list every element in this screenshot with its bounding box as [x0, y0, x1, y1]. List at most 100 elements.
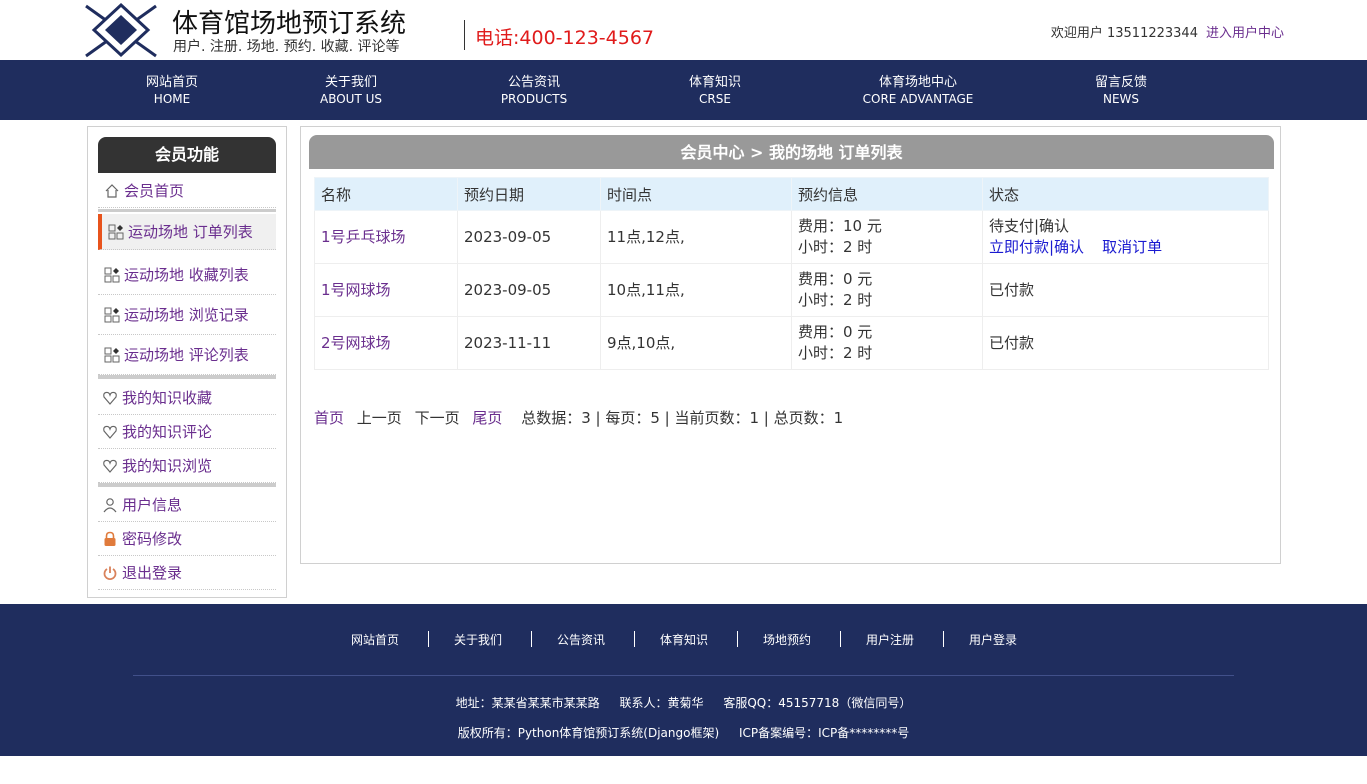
home-icon: [105, 184, 119, 198]
footer-address: 地址：某某省某某市某某路: [455, 696, 600, 710]
footer-link-login[interactable]: 用户登录: [969, 631, 1017, 648]
sidebar-item-venue-orders[interactable]: 运动场地 订单列表: [98, 214, 276, 250]
sidebar-item-member-home[interactable]: 会员首页: [98, 174, 276, 208]
sidebar-item-password[interactable]: 密码修改: [98, 522, 276, 556]
footer-link-news[interactable]: 公告资讯: [557, 631, 605, 648]
nav-item-label: 体育场地中心: [878, 75, 958, 90]
sidebar-item-label: 我的知识收藏: [122, 389, 213, 407]
nav-item-feedback[interactable]: 留言反馈 NEWS: [1095, 74, 1147, 108]
sidebar-item-label: 我的知识浏览: [122, 457, 213, 475]
orders-table: 名称 预约日期 时间点 预约信息 状态 1号乒乓球场 2023-09-05 11…: [314, 177, 1269, 370]
footer-link-home[interactable]: 网站首页: [351, 631, 399, 648]
footer-divider: [737, 631, 738, 647]
venue-name-link[interactable]: 1号乒乓球场: [314, 210, 458, 264]
footer-link-register[interactable]: 用户注册: [866, 631, 914, 648]
status-text: 已付款: [982, 316, 1269, 370]
sidebar-item-label: 运动场地 评论列表: [124, 346, 249, 364]
nav-item-en: CRSE: [699, 92, 731, 106]
nav-item-en: NEWS: [1102, 92, 1140, 106]
heart-icon: [103, 391, 117, 405]
site-subtitle: 用户. 注册. 场地. 预约. 收藏. 评论等: [173, 39, 400, 55]
nav-item-about[interactable]: 关于我们 ABOUT US: [320, 74, 382, 108]
grid-icon: [104, 347, 120, 363]
column-header: 时间点: [600, 177, 792, 211]
nav-item-knowledge[interactable]: 体育知识 CRSE: [689, 74, 741, 108]
table-row: 2号网球场 2023-11-11 9点,10点, 费用：0 元 小时：2 时 已…: [314, 316, 1269, 370]
table-row: 1号乒乓球场 2023-09-05 11点,12点, 费用：10 元 小时：2 …: [314, 210, 1269, 264]
lock-icon: [104, 531, 116, 546]
hours-text: 小时：2 时: [798, 291, 873, 309]
time-slots: 9点,10点,: [600, 316, 792, 370]
sidebar-item-user-info[interactable]: 用户信息: [98, 488, 276, 522]
prev-page-link[interactable]: 上一页: [357, 409, 402, 427]
venue-name-link[interactable]: 2号网球场: [314, 316, 458, 370]
nav-item-news[interactable]: 公告资讯 PRODUCTS: [501, 74, 567, 108]
footer-rule: [133, 675, 1234, 676]
page-title: 会员中心 > 我的场地 订单列表: [309, 135, 1274, 169]
icp-text: ICP备案编号：ICP备********号: [738, 726, 910, 740]
order-date: 2023-09-05: [457, 210, 601, 264]
sidebar-item-venue-favorites[interactable]: 运动场地 收藏列表: [98, 255, 276, 295]
site-header: 体育馆场地预订系统 用户. 注册. 场地. 预约. 收藏. 评论等 电话:400…: [0, 0, 1367, 60]
sidebar-item-logout[interactable]: 退出登录: [98, 556, 276, 590]
pagination: 首页 上一页 下一页 尾页 总数据：3 | 每页：5 | 当前页数：1 | 总页…: [314, 407, 851, 428]
power-icon: [103, 566, 117, 580]
welcome-text: 欢迎用户 13511223344: [1050, 26, 1198, 41]
heart-icon: [103, 425, 117, 439]
sidebar-item-label: 运动场地 浏览记录: [124, 306, 249, 324]
nav-item-en: HOME: [153, 92, 191, 106]
sidebar-item-label: 运动场地 订单列表: [128, 223, 253, 241]
status-text: 已付款: [982, 263, 1269, 317]
logo-icon[interactable]: [84, 2, 158, 58]
sidebar-item-knowledge-favorites[interactable]: 我的知识收藏: [98, 381, 276, 415]
sidebar-item-label: 运动场地 收藏列表: [124, 266, 249, 284]
heart-icon: [103, 459, 117, 473]
nav-item-venues[interactable]: 体育场地中心 CORE ADVANTAGE: [863, 74, 974, 108]
copyright-text: 版权所有：Python体育馆预订系统(Django框架): [457, 726, 720, 740]
column-header: 预约日期: [457, 177, 601, 211]
sidebar-item-knowledge-history[interactable]: 我的知识浏览: [98, 449, 276, 483]
user-center-link[interactable]: 进入用户中心: [1206, 26, 1284, 41]
order-date: 2023-11-11: [457, 316, 601, 370]
footer-divider: [943, 631, 944, 647]
time-slots: 10点,11点,: [600, 263, 792, 317]
user-icon: [103, 498, 117, 513]
column-header: 状态: [982, 177, 1269, 211]
sidebar-item-label: 用户信息: [122, 496, 183, 514]
table-row: 1号网球场 2023-09-05 10点,11点, 费用：0 元 小时：2 时 …: [314, 263, 1269, 317]
footer-contact-person: 联系人：黄菊华: [619, 696, 704, 710]
venue-name-link[interactable]: 1号网球场: [314, 263, 458, 317]
time-slots: 11点,12点,: [600, 210, 792, 264]
nav-item-label: 网站首页: [145, 75, 199, 90]
pagination-summary: 总数据：3 | 每页：5 | 当前页数：1 | 总页数：1: [521, 409, 844, 427]
sidebar-item-label: 会员首页: [124, 182, 185, 200]
fee-text: 费用：0 元: [798, 323, 873, 341]
order-actions: 立即付款|确认 取消订单: [989, 237, 1268, 258]
sidebar-item-venue-history[interactable]: 运动场地 浏览记录: [98, 295, 276, 335]
first-page-link[interactable]: 首页: [314, 409, 344, 427]
order-status-cell: 待支付|确认 立即付款|确认 取消订单: [982, 210, 1269, 264]
sidebar-item-venue-comments[interactable]: 运动场地 评论列表: [98, 335, 276, 375]
footer-link-booking[interactable]: 场地预约: [763, 631, 811, 648]
column-header: 预约信息: [791, 177, 983, 211]
footer-divider: [531, 631, 532, 647]
member-sidebar: 会员功能 会员首页 运动场地 订单列表 运动场地 收藏列表 运动场地 浏览记录 …: [87, 126, 287, 598]
sidebar-divider: [98, 375, 276, 379]
pay-now-button[interactable]: 立即付款|确认: [989, 238, 1084, 256]
nav-item-en: ABOUT US: [319, 92, 383, 106]
footer-contact: 地址：某某省某某市某某路 联系人：黄菊华 客服QQ：45157718（微信同号）: [0, 694, 1367, 711]
footer-link-knowledge[interactable]: 体育知识: [660, 631, 708, 648]
sidebar-item-knowledge-comments[interactable]: 我的知识评论: [98, 415, 276, 449]
grid-icon: [104, 307, 120, 323]
grid-icon: [108, 224, 124, 240]
sidebar-divider: [98, 209, 276, 212]
main-nav: 网站首页 HOME 关于我们 ABOUT US 公告资讯 PRODUCTS 体育…: [0, 60, 1367, 120]
site-footer: 网站首页 关于我们 公告资讯 体育知识 场地预约 用户注册 用户登录 地址：某某…: [0, 604, 1367, 756]
last-page-link[interactable]: 尾页: [472, 409, 502, 427]
footer-divider: [634, 631, 635, 647]
next-page-link[interactable]: 下一页: [415, 409, 460, 427]
footer-link-about[interactable]: 关于我们: [454, 631, 502, 648]
cancel-order-button[interactable]: 取消订单: [1102, 238, 1162, 256]
nav-item-home[interactable]: 网站首页 HOME: [146, 74, 198, 108]
sidebar-divider: [98, 483, 276, 487]
